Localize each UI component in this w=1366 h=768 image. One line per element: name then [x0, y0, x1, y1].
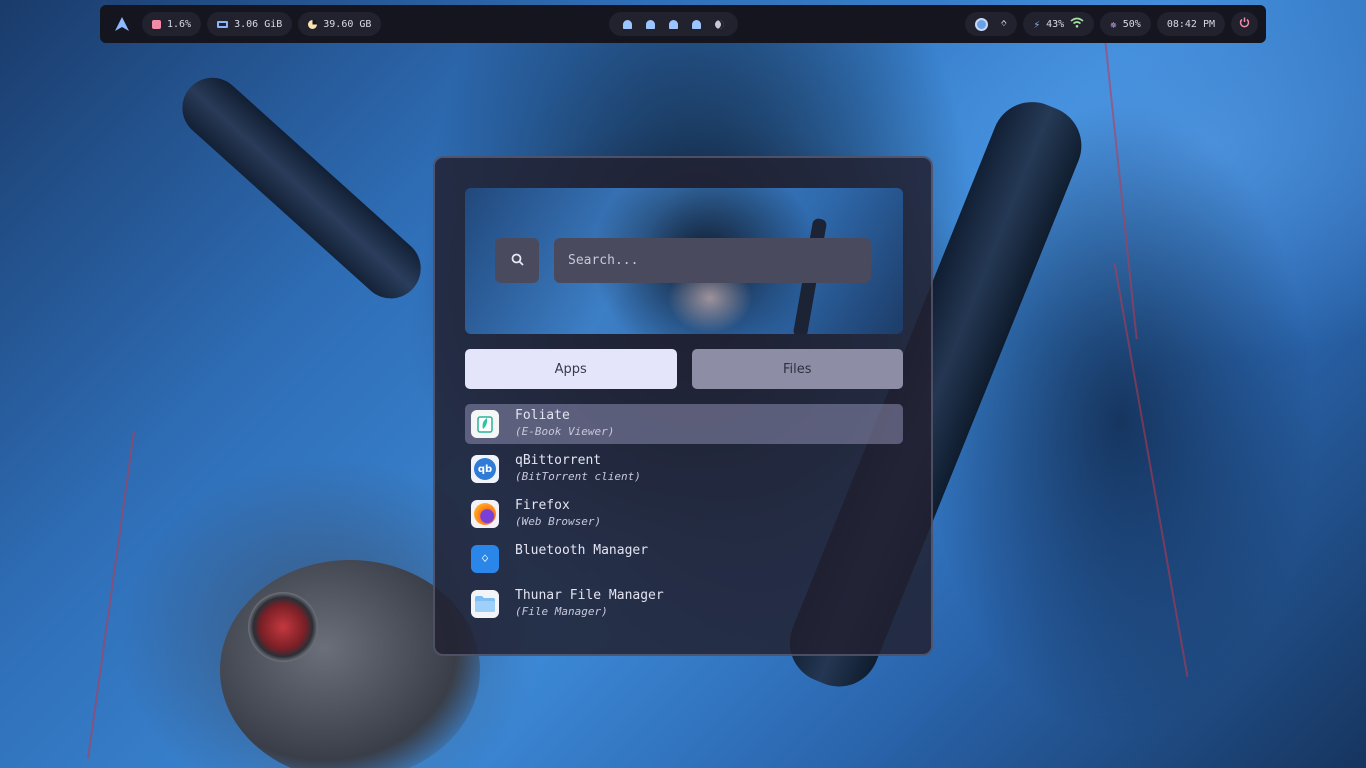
brightness-icon: ✵: [1110, 17, 1117, 31]
app-description: (File Manager): [515, 605, 608, 618]
cpu-widget[interactable]: 1.6%: [142, 12, 202, 36]
bluetooth-manager-icon: ᛜ: [471, 545, 499, 573]
disk-widget[interactable]: 39.60 GB: [298, 12, 382, 36]
tab-apps[interactable]: Apps: [465, 349, 677, 389]
power-icon: [1239, 17, 1250, 31]
app-description: (E-Book Viewer): [515, 425, 615, 438]
list-item-bluetooth-manager[interactable]: ᛜ Bluetooth Manager: [465, 539, 903, 579]
moon-icon[interactable]: [714, 19, 724, 29]
tray-widget: ᛜ: [965, 12, 1018, 36]
app-name: Thunar File Manager: [515, 588, 664, 603]
app-name: qBittorrent: [515, 453, 602, 468]
wallpaper-armor-light: [248, 592, 318, 662]
disk-usage: 39.60 GB: [323, 18, 372, 30]
workspace-switcher: [608, 12, 738, 36]
cpu-icon: [152, 19, 161, 29]
wallpaper-cable: [1113, 263, 1189, 677]
brightness-widget[interactable]: ✵ 50%: [1100, 12, 1151, 36]
disk-icon: [308, 19, 318, 29]
search-field: [554, 238, 871, 283]
power-button[interactable]: [1231, 12, 1258, 36]
search-icon: [511, 251, 524, 270]
arch-logo-icon[interactable]: [108, 12, 136, 36]
ghost-icon[interactable]: [668, 19, 678, 29]
wallpaper-stick: [170, 65, 434, 311]
wallpaper-cable: [87, 431, 135, 759]
battery-level: 43%: [1046, 18, 1065, 30]
launcher-tabs: Apps Files: [465, 349, 903, 389]
ghost-icon[interactable]: [645, 19, 655, 29]
app-description: (BitTorrent client): [515, 470, 641, 483]
charging-icon: ⚡: [1033, 17, 1041, 31]
bluetooth-icon[interactable]: ᛜ: [1000, 17, 1007, 31]
app-launcher: Apps Files Foliate (E-Book Viewer) qb qB…: [433, 156, 933, 656]
brightness-level: 50%: [1122, 18, 1141, 30]
ghost-icon[interactable]: [622, 19, 632, 29]
top-bar-right: ᛜ ⚡ 43% ✵ 50% 08:42 PM: [965, 12, 1258, 36]
clock-widget[interactable]: 08:42 PM: [1156, 12, 1225, 36]
list-item-thunar[interactable]: Thunar File Manager (File Manager): [465, 584, 903, 624]
launcher-banner-image: [465, 188, 903, 334]
qbittorrent-icon: qb: [471, 455, 499, 483]
ghost-icon[interactable]: [691, 19, 701, 29]
top-bar-left: 1.6% 3.06 GiB 39.60 GB: [108, 12, 382, 36]
list-item-firefox[interactable]: Firefox (Web Browser): [465, 494, 903, 534]
firefox-icon: [471, 500, 499, 528]
app-name: Foliate: [515, 408, 570, 423]
memory-icon: [217, 20, 229, 28]
tab-files[interactable]: Files: [691, 349, 903, 389]
search-input[interactable]: [554, 238, 871, 283]
foliate-icon: [471, 410, 499, 438]
wifi-icon: [1070, 17, 1084, 31]
search-button[interactable]: [495, 238, 539, 283]
app-description: (Web Browser): [515, 515, 602, 528]
app-list: Foliate (E-Book Viewer) qb qBittorrent (…: [465, 404, 903, 629]
battery-wifi-widget[interactable]: ⚡ 43%: [1023, 12, 1095, 36]
ram-usage: 3.06 GiB: [234, 18, 283, 30]
app-name: Bluetooth Manager: [515, 543, 649, 558]
ram-widget[interactable]: 3.06 GiB: [207, 12, 293, 36]
app-name: Firefox: [515, 498, 570, 513]
list-item-foliate[interactable]: Foliate (E-Book Viewer): [465, 404, 903, 444]
cpu-usage: 1.6%: [167, 18, 192, 30]
clock: 08:42 PM: [1166, 18, 1215, 30]
network-globe-icon[interactable]: [975, 17, 989, 31]
thunar-icon: [471, 590, 499, 618]
top-bar: 1.6% 3.06 GiB 39.60 GB ᛜ ⚡ 43% ✵ 50% 08:…: [100, 5, 1266, 43]
list-item-qbittorrent[interactable]: qb qBittorrent (BitTorrent client): [465, 449, 903, 489]
